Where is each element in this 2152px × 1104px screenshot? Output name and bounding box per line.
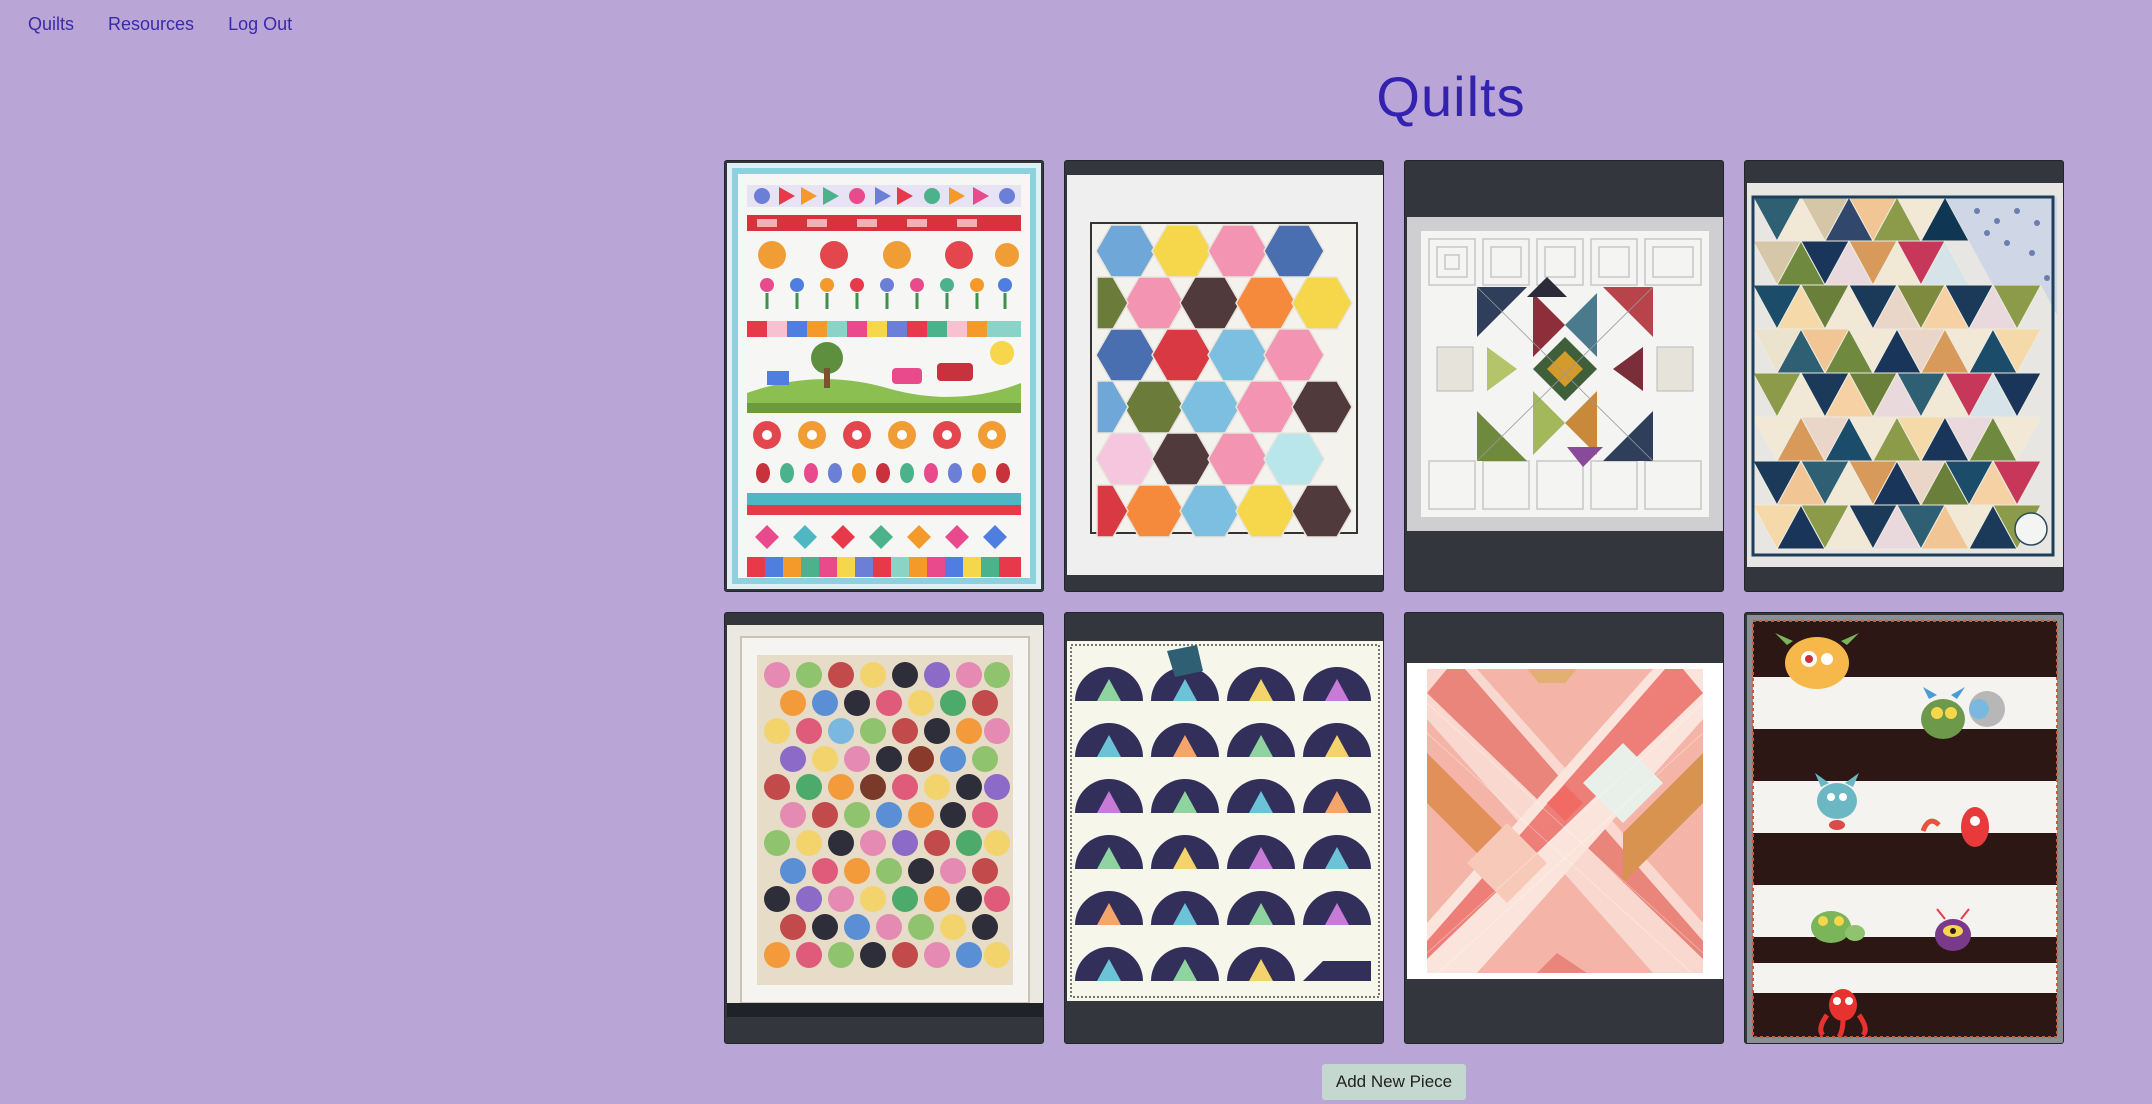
add-new-piece-button[interactable]: Add New Piece bbox=[1322, 1064, 1466, 1100]
nav-quilts-link[interactable]: Quilts bbox=[28, 14, 74, 35]
quilt-photo bbox=[727, 625, 1043, 1017]
quilt-photo bbox=[1747, 183, 2063, 567]
quilt-photo bbox=[1067, 175, 1383, 575]
quilt-card[interactable] bbox=[724, 612, 1044, 1044]
quilt-card[interactable] bbox=[1744, 612, 2064, 1044]
quilt-gallery bbox=[724, 160, 2064, 1044]
top-nav: Quilts Resources Log Out bbox=[28, 14, 292, 35]
quilt-card[interactable] bbox=[1064, 612, 1384, 1044]
quilt-photo bbox=[1747, 615, 2063, 1043]
quilt-photo bbox=[727, 163, 1041, 589]
quilt-card[interactable] bbox=[724, 160, 1044, 592]
nav-logout-link[interactable]: Log Out bbox=[228, 14, 292, 35]
quilt-photo bbox=[1067, 641, 1383, 1001]
quilt-card[interactable] bbox=[1064, 160, 1384, 592]
quilt-photo bbox=[1407, 217, 1723, 531]
nav-resources-link[interactable]: Resources bbox=[108, 14, 194, 35]
quilt-photo bbox=[1407, 663, 1723, 979]
quilt-card[interactable] bbox=[1404, 612, 1724, 1044]
quilt-card[interactable] bbox=[1404, 160, 1724, 592]
page-title: Quilts bbox=[1376, 65, 1526, 128]
quilt-card[interactable] bbox=[1744, 160, 2064, 592]
